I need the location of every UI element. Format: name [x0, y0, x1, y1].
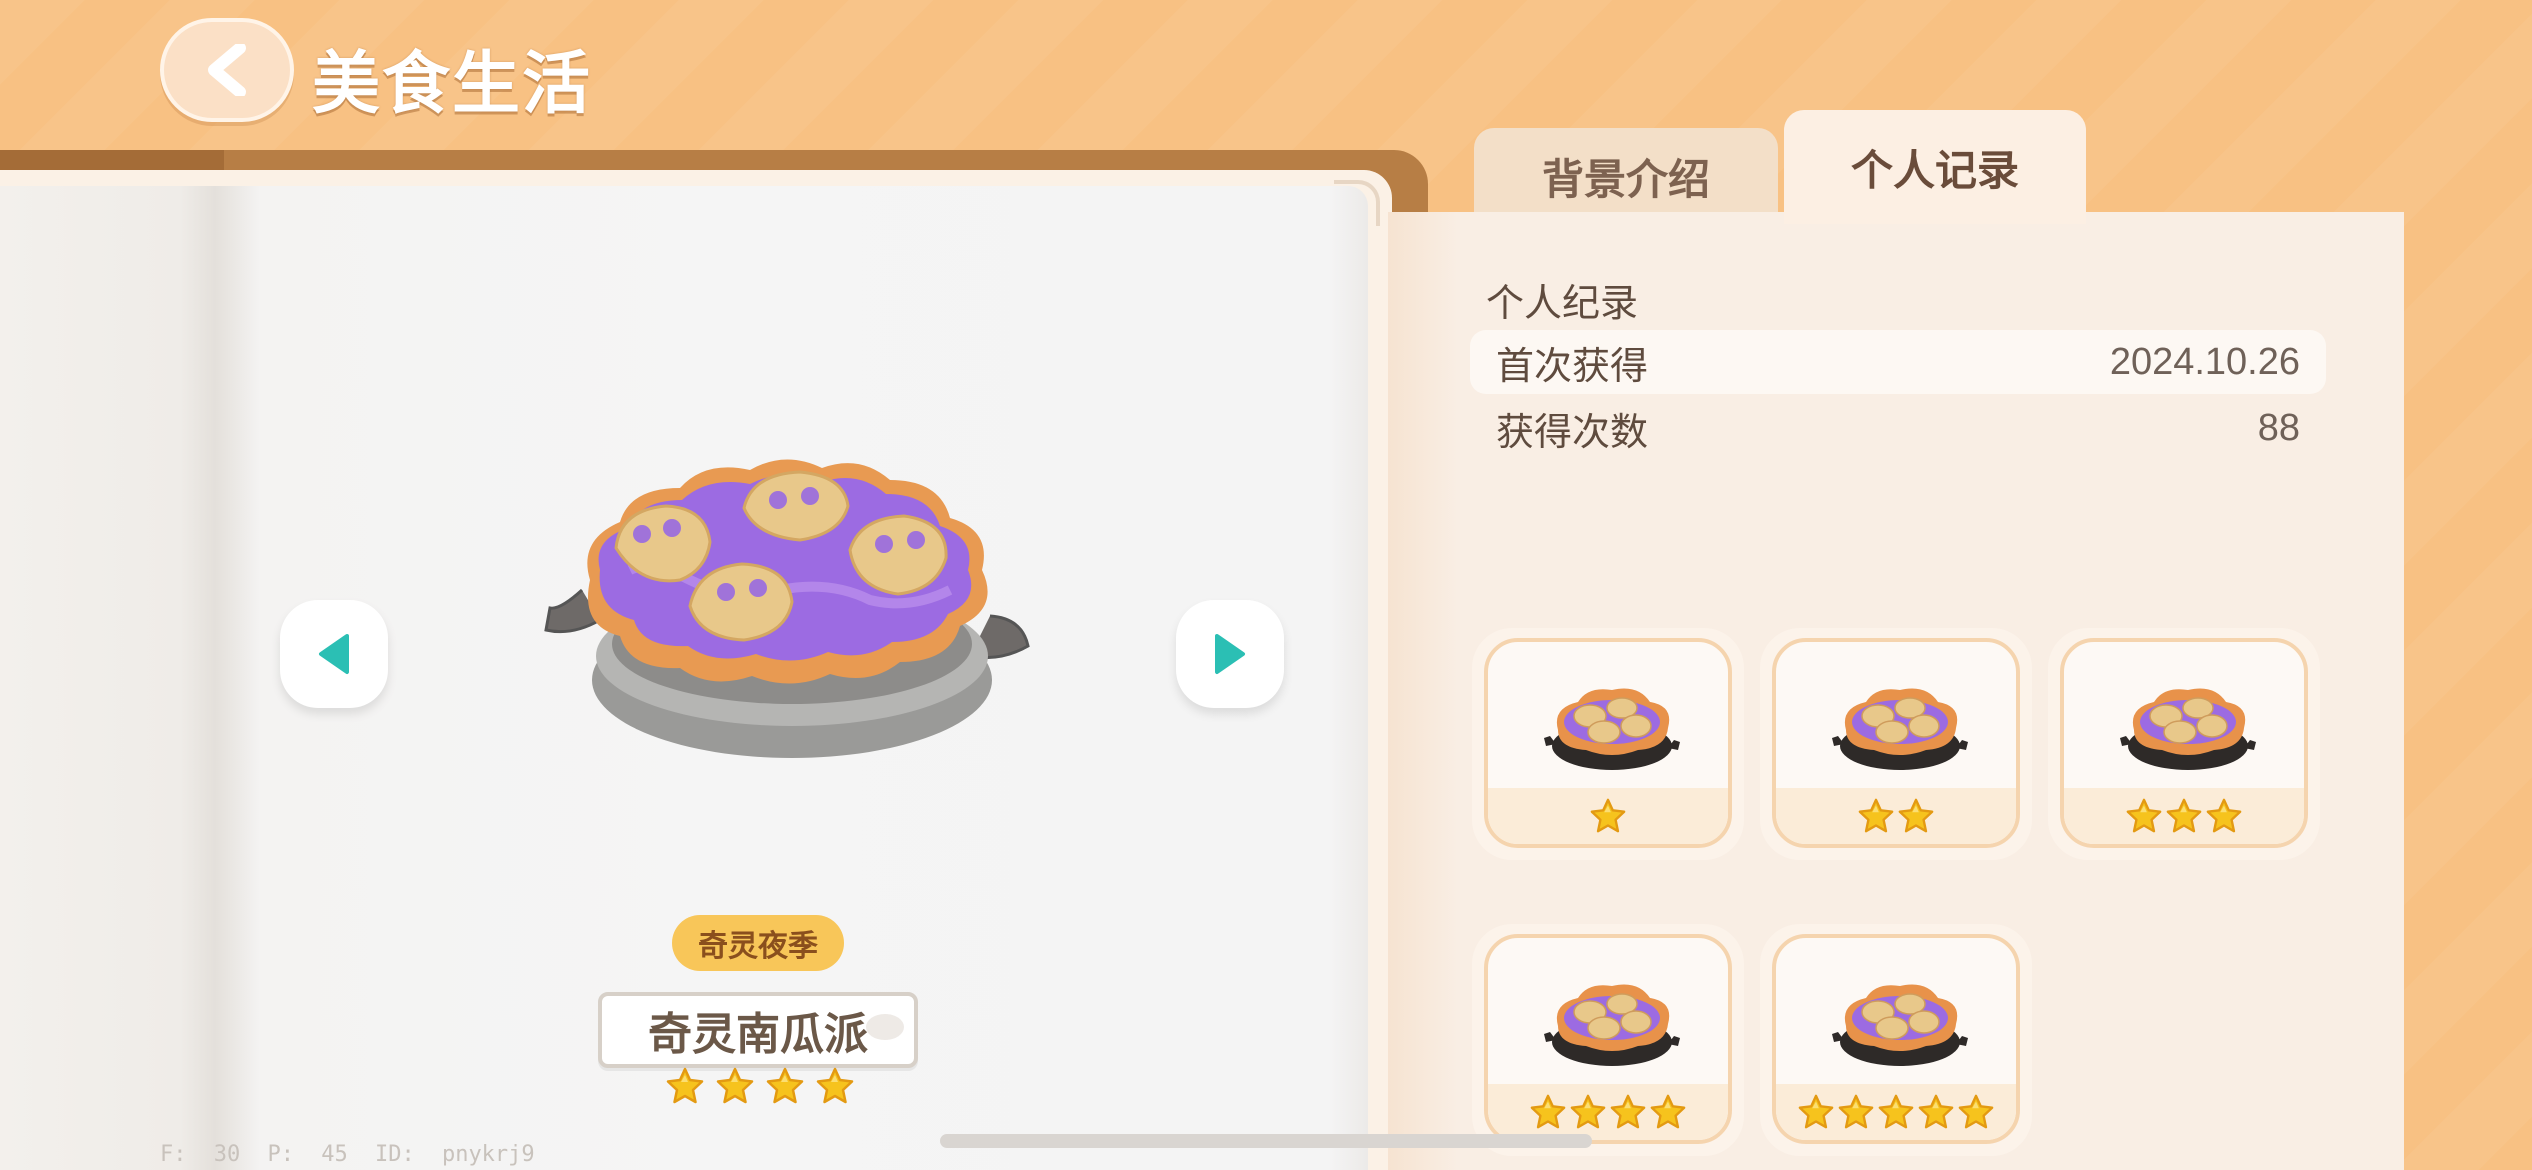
grade-card[interactable]: [1472, 628, 1744, 860]
grade-card-frame: [2060, 638, 2308, 848]
next-food-button[interactable]: [1176, 600, 1284, 708]
record-section-title: 个人纪录: [1486, 281, 1639, 325]
back-button[interactable]: [160, 18, 294, 122]
previous-food-button[interactable]: [280, 600, 388, 708]
grade-star-rating: [1776, 788, 2016, 844]
back-arrow-icon: [208, 44, 246, 96]
grade-card-frame: [1484, 638, 1732, 848]
grade-star-rating: [2064, 788, 2304, 844]
star-icon: [1529, 1093, 1567, 1131]
food-model-pumpkin-pie: [530, 430, 1050, 780]
star-icon: [1897, 797, 1935, 835]
grade-card[interactable]: [2048, 628, 2320, 860]
grade-star-rating: [1488, 1084, 1728, 1140]
food-name: 奇灵南瓜派: [598, 992, 918, 1068]
star-icon: [2165, 797, 2203, 835]
pumpkin-pie-icon: [1830, 676, 1970, 776]
grade-card[interactable]: [1472, 924, 1744, 1156]
grade-card-frame: [1772, 638, 2020, 848]
grade-card[interactable]: [1760, 924, 2032, 1156]
grade-star-rating: [1488, 788, 1728, 844]
record-panel-shadow: [1388, 212, 1458, 1170]
page-corner-decoration: [1334, 180, 1380, 226]
star-icon: [1609, 1093, 1647, 1131]
record-label: 首次获得: [1496, 343, 1649, 388]
pumpkin-pie-icon: [2118, 676, 2258, 776]
star-icon: [715, 1066, 755, 1106]
star-icon: [1877, 1093, 1915, 1131]
record-value: 2024.10.26: [2109, 340, 2300, 383]
grade-card-frame: [1484, 934, 1732, 1144]
star-icon: [765, 1066, 805, 1106]
season-badge: 奇灵夜季: [672, 915, 844, 971]
record-row-first-obtained: 首次获得 2024.10.26: [1470, 330, 2326, 394]
star-icon: [1957, 1093, 1995, 1131]
user-id-readout: ID: pnykrj9: [374, 1142, 535, 1167]
ping-readout: P: 45: [267, 1142, 348, 1167]
debug-overlay: F: 30 P: 45 ID: pnykrj9: [160, 1142, 535, 1167]
tab-personal-record[interactable]: 个人记录: [1784, 110, 2086, 224]
pumpkin-pie-icon: [1542, 676, 1682, 776]
star-icon: [815, 1066, 855, 1106]
star-icon: [1589, 797, 1627, 835]
triangle-right-icon: [1215, 634, 1245, 674]
record-value: 88: [2257, 406, 2300, 449]
tab-background-intro[interactable]: 背景介绍: [1474, 128, 1778, 224]
pumpkin-pie-icon: [1830, 972, 1970, 1072]
page-title: 美食生活: [312, 45, 593, 124]
pumpkin-pie-icon: [544, 459, 1030, 758]
grade-card-frame: [1772, 934, 2020, 1144]
triangle-left-icon: [319, 634, 349, 674]
star-icon: [2125, 797, 2163, 835]
star-icon: [1649, 1093, 1687, 1131]
grade-card[interactable]: [1760, 628, 2032, 860]
star-icon: [1569, 1093, 1607, 1131]
grade-star-rating: [1776, 1084, 2016, 1140]
record-row-obtained-count: 获得次数 88: [1470, 396, 2326, 460]
record-label: 获得次数: [1496, 409, 1649, 454]
star-icon: [1917, 1093, 1955, 1131]
star-icon: [1857, 797, 1895, 835]
fps-readout: F: 30: [160, 1142, 241, 1167]
star-icon: [2205, 797, 2243, 835]
star-icon: [1797, 1093, 1835, 1131]
star-icon: [665, 1066, 705, 1106]
star-icon: [1837, 1093, 1875, 1131]
food-star-rating: [660, 1066, 860, 1106]
pumpkin-pie-icon: [1542, 972, 1682, 1072]
food-name-text: 奇灵南瓜派: [648, 1009, 868, 1060]
home-indicator[interactable]: [940, 1134, 1592, 1148]
